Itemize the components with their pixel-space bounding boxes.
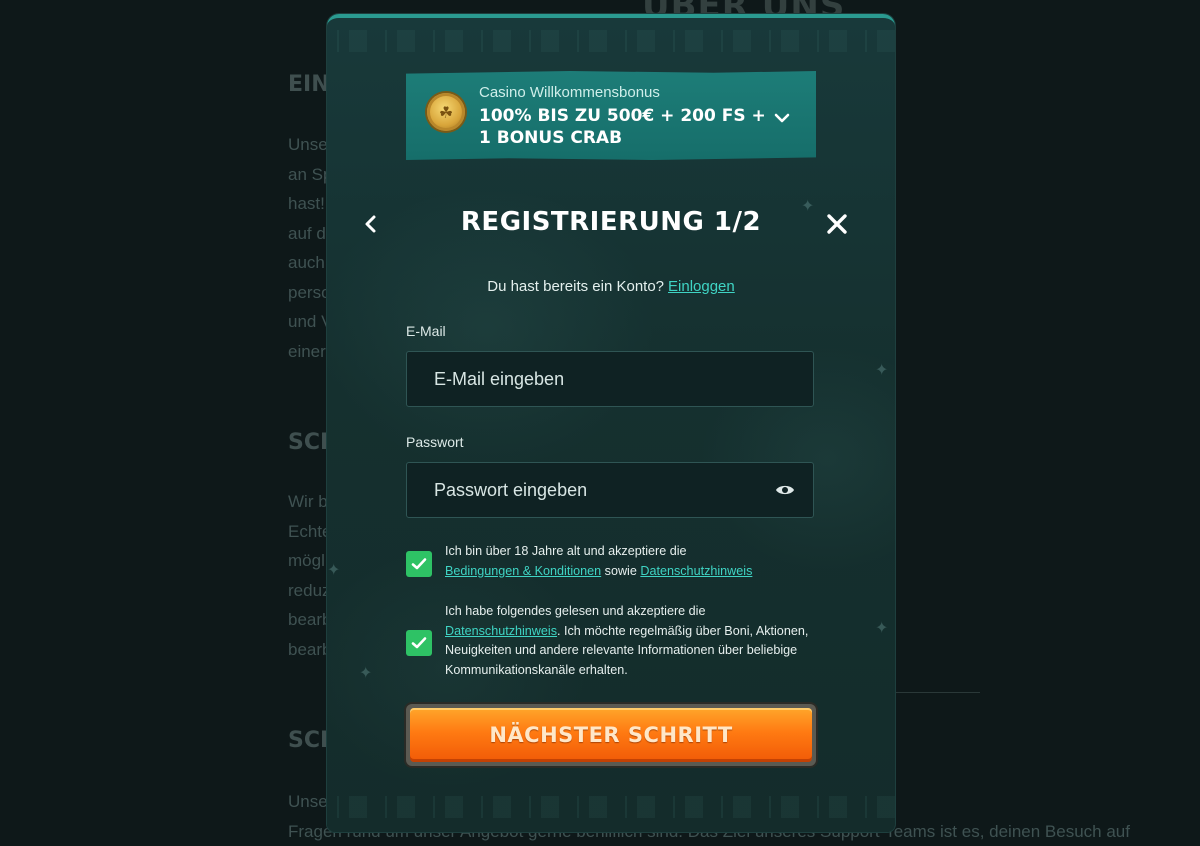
next-step-label: NÄCHSTER SCHRITT [410,708,812,762]
password-field[interactable] [406,462,814,518]
bonus-label: Casino Willkommensbonus [479,84,660,101]
sparkle-icon: ✦ [875,362,889,379]
email-input[interactable] [434,369,786,390]
sparkle-icon: ✦ [359,665,373,682]
marketing-text: Ich habe folgendes gelesen und akzeptier… [445,604,809,677]
marketing-checkbox[interactable] [406,630,432,656]
password-input[interactable] [434,480,786,501]
login-link[interactable]: Einloggen [668,278,735,295]
checkmark-icon [411,637,427,649]
login-prompt: Du hast bereits ein Konto? Einloggen [487,278,735,295]
section-heading: SCI [288,430,329,455]
sparkle-icon: ✦ [327,562,341,579]
sparkle-icon: ✦ [875,620,889,637]
modal-title: REGISTRIERUNG 1/2 [460,207,762,237]
terms-text: Ich bin über 18 Jahre alt und akzeptiere… [445,544,753,578]
consent-terms: Ich bin über 18 Jahre alt und akzeptiere… [406,542,816,588]
section-heading: SCI [288,728,329,753]
divider [880,692,980,693]
eye-icon[interactable] [775,482,795,498]
section-heading: EIN [288,72,330,97]
coin-icon: ☘ [427,93,465,131]
chevron-down-icon[interactable] [771,107,793,129]
terms-checkbox[interactable] [406,551,432,577]
privacy-link[interactable]: Datenschutzhinweis [640,564,752,578]
welcome-bonus-selector[interactable]: ☘ Casino Willkommensbonus 100% BIS ZU 50… [406,71,816,160]
email-field[interactable] [406,351,814,407]
email-label: E-Mail [406,323,446,339]
close-icon[interactable] [824,211,850,237]
registration-modal: ✦ ✦ ✦ ✦ ✦ ☘ Casino Willkommensbonus 100%… [327,14,895,832]
bonus-title: 100% BIS ZU 500€ + 200 FS + 1 BONUS CRAB [479,106,766,148]
privacy-link[interactable]: Datenschutzhinweis [445,624,557,638]
next-step-button[interactable]: NÄCHSTER SCHRITT [406,704,816,766]
decorative-border [327,796,895,818]
password-label: Passwort [406,434,464,450]
terms-link[interactable]: Bedingungen & Konditionen [445,564,601,578]
consent-marketing: Ich habe folgendes gelesen und akzeptier… [406,602,816,682]
decorative-border [327,30,895,52]
checkmark-icon [411,558,427,570]
